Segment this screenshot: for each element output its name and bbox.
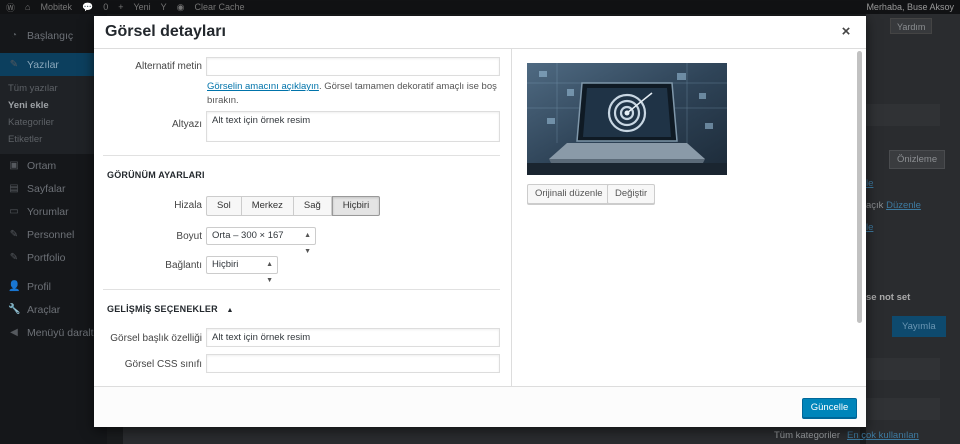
submenu-all-posts[interactable]: Tüm yazılar <box>0 80 107 97</box>
menu-item-comments[interactable]: ▭ Yorumlar <box>0 200 107 223</box>
editor-bottom <box>123 427 860 444</box>
image-preview-panel: Orijinali düzenle Değiştir <box>513 49 866 386</box>
submenu-categories[interactable]: Kategoriler <box>0 114 107 131</box>
divider <box>103 155 500 156</box>
menu-item-media[interactable]: ▣ Ortam <box>0 154 107 177</box>
triangle-up-icon: ▲ <box>226 307 234 314</box>
menu-item-pages[interactable]: ▤ Sayfalar <box>0 177 107 200</box>
wordpress-logo-icon[interactable]: Ⓦ <box>6 1 15 14</box>
collapse-icon: ◀ <box>10 326 18 338</box>
link-label: Bağlantı <box>165 260 202 271</box>
categories-box-header <box>866 358 940 380</box>
comments-icon[interactable]: 💬 <box>82 2 93 13</box>
replace-button[interactable]: Değiştir <box>607 184 656 204</box>
tags-box-header <box>866 398 940 420</box>
publish-box-header <box>866 104 940 126</box>
bg-visibility-row: açık Düzenle <box>866 200 921 211</box>
modal-footer: Güncelle <box>94 386 866 427</box>
image-thumbnail-graphic <box>527 63 727 175</box>
menu-item-collapse[interactable]: ◀ Menüyü daralt <box>0 321 107 344</box>
bg-link-1[interactable]: le <box>866 178 873 189</box>
bg-link-2[interactable]: le <box>866 222 873 233</box>
title-attribute-input[interactable]: Alt text için örnek resim <box>206 328 500 347</box>
menu-item-personnel[interactable]: ✎ Personnel <box>0 223 107 246</box>
alt-text-label: Alternatif metin <box>135 61 202 72</box>
plus-icon[interactable]: + <box>118 2 123 12</box>
title-attribute-label: Görsel başlık özelliği <box>110 333 202 344</box>
admin-bar-clear-cache[interactable]: Clear Cache <box>195 2 245 12</box>
submenu-add-new[interactable]: Yeni ekle <box>0 97 107 114</box>
caption-label: Altyazı <box>171 119 202 130</box>
update-button[interactable]: Güncelle <box>802 398 857 418</box>
alt-text-input[interactable] <box>206 57 500 76</box>
menu-item-profile[interactable]: 👤 Profil <box>0 275 107 298</box>
css-class-input[interactable] <box>206 354 500 373</box>
pin-icon: ✎ <box>9 228 19 240</box>
align-center-button[interactable]: Merkez <box>241 196 294 216</box>
modal-header: Görsel detayları × <box>94 16 866 49</box>
menu-item-dashboard[interactable]: ◔ Başlangıç <box>0 24 107 47</box>
help-tab[interactable]: Yardım <box>890 18 933 34</box>
media-icon: ▣ <box>9 159 19 171</box>
submenu-tags[interactable]: Etiketler <box>0 131 107 148</box>
yoast-icon[interactable]: Y <box>161 2 167 12</box>
bg-visibility: açık <box>866 200 884 211</box>
image-thumbnail <box>527 63 727 175</box>
align-button-group: Sol Merkez Sağ Hiçbiri <box>206 196 381 216</box>
modal-title: Görsel detayları <box>105 23 226 40</box>
align-label: Hizala <box>174 200 202 211</box>
css-class-label: Görsel CSS sınıfı <box>124 359 202 370</box>
dashboard-icon: ◔ <box>10 29 18 41</box>
cache-icon[interactable]: ◉ <box>177 2 185 13</box>
alt-text-help: Görselin amacını açıklayın. Görsel tamam… <box>207 80 501 108</box>
admin-bar-greeting[interactable]: Merhaba, Buse Aksoy <box>866 2 954 12</box>
image-settings-panel: Alternatif metin Görselin amacını açıkla… <box>94 49 512 386</box>
close-button[interactable]: × <box>837 23 855 41</box>
pin-icon: ✎ <box>9 58 19 70</box>
image-details-modal: Görsel detayları × Alternatif metin Görs… <box>94 16 866 427</box>
page-icon: ▤ <box>9 182 19 194</box>
bg-all-categories[interactable]: Tüm kategoriler <box>774 430 840 441</box>
admin-bar-new[interactable]: Yeni <box>133 2 150 12</box>
select-arrows-icon: ▲ ▼ <box>304 232 311 255</box>
publish-button[interactable]: Yayımla <box>892 316 946 337</box>
menu-item-posts[interactable]: ✎ Yazılar <box>0 53 107 76</box>
comment-icon: ▭ <box>9 205 19 217</box>
pin-icon: ✎ <box>9 251 19 263</box>
admin-bar-site-name[interactable]: Mobitek <box>40 2 72 12</box>
home-icon[interactable]: ⌂ <box>25 2 30 12</box>
modal-scrollbar[interactable] <box>856 51 863 384</box>
menu-item-portfolio[interactable]: ✎ Portfolio <box>0 246 107 269</box>
size-select[interactable]: Orta – 300 × 167 ▲ ▼ <box>206 227 316 255</box>
size-label: Boyut <box>176 231 202 242</box>
comments-count[interactable]: 0 <box>103 2 108 12</box>
advanced-options-title: GELİŞMİŞ SEÇENEKLER <box>107 304 218 314</box>
display-settings-title: GÖRÜNÜM AYARLARI <box>107 170 205 180</box>
wrench-icon: 🔧 <box>8 303 21 315</box>
admin-bar: Ⓦ ⌂ Mobitek 💬 0 + Yeni Y ◉ Clear Cache M… <box>0 0 960 14</box>
advanced-options-toggle[interactable]: GELİŞMİŞ SEÇENEKLER ▲ <box>107 304 234 314</box>
bg-not-set: se not set <box>866 292 911 303</box>
size-select-value: Orta – 300 × 167 <box>212 230 284 241</box>
select-arrows-icon: ▲ ▼ <box>266 261 273 284</box>
link-select-value: Hiçbiri <box>212 259 239 270</box>
posts-submenu: Tüm yazılar Yeni ekle Kategoriler Etiket… <box>0 76 107 154</box>
modal-scrollbar-thumb[interactable] <box>857 51 862 323</box>
align-left-button[interactable]: Sol <box>206 196 242 216</box>
link-select[interactable]: Hiçbiri ▲ ▼ <box>206 256 278 284</box>
bg-edit-link[interactable]: Düzenle <box>886 200 921 211</box>
edit-original-button[interactable]: Orijinali düzenle <box>527 184 611 204</box>
alt-text-help-link[interactable]: Görselin amacını açıklayın <box>207 81 319 92</box>
align-right-button[interactable]: Sağ <box>293 196 332 216</box>
wp-admin-sidebar: ◔ Başlangıç ✎ Yazılar Tüm yazılar Yeni e… <box>0 14 107 444</box>
modal-body: Alternatif metin Görselin amacını açıkla… <box>94 49 866 386</box>
divider <box>103 289 500 290</box>
bg-most-used[interactable]: En çok kullanılan <box>847 430 919 441</box>
menu-item-tools[interactable]: 🔧 Araçlar <box>0 298 107 321</box>
align-none-button[interactable]: Hiçbiri <box>331 196 381 216</box>
caption-textarea[interactable]: Alt text için örnek resim <box>206 111 500 142</box>
preview-button[interactable]: Önizleme <box>889 150 946 169</box>
user-icon: 👤 <box>8 280 21 292</box>
